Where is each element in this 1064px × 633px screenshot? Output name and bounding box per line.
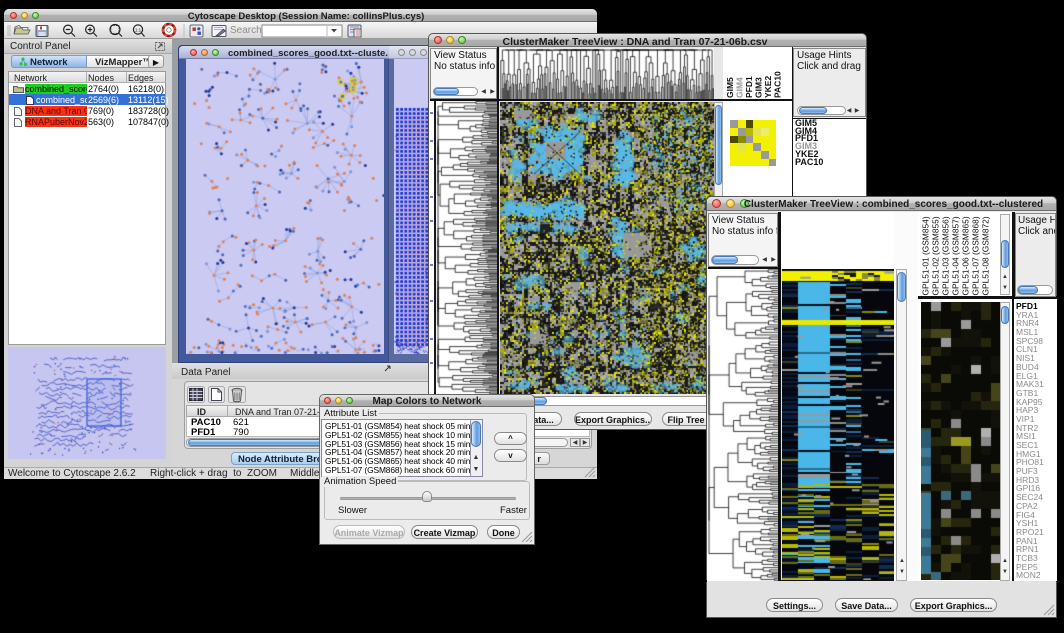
svg-text:GIM4: GIM4 — [735, 77, 745, 98]
svg-text:GIM5: GIM5 — [725, 77, 735, 98]
svg-text:PFD1: PFD1 — [744, 76, 754, 98]
svg-text:PAC10: PAC10 — [773, 71, 783, 98]
svg-text:Search:: Search: — [230, 25, 264, 36]
svg-text:GIM3: GIM3 — [754, 77, 764, 98]
svg-text:1:1: 1:1 — [135, 28, 142, 33]
svg-text:YKE2: YKE2 — [763, 76, 773, 98]
